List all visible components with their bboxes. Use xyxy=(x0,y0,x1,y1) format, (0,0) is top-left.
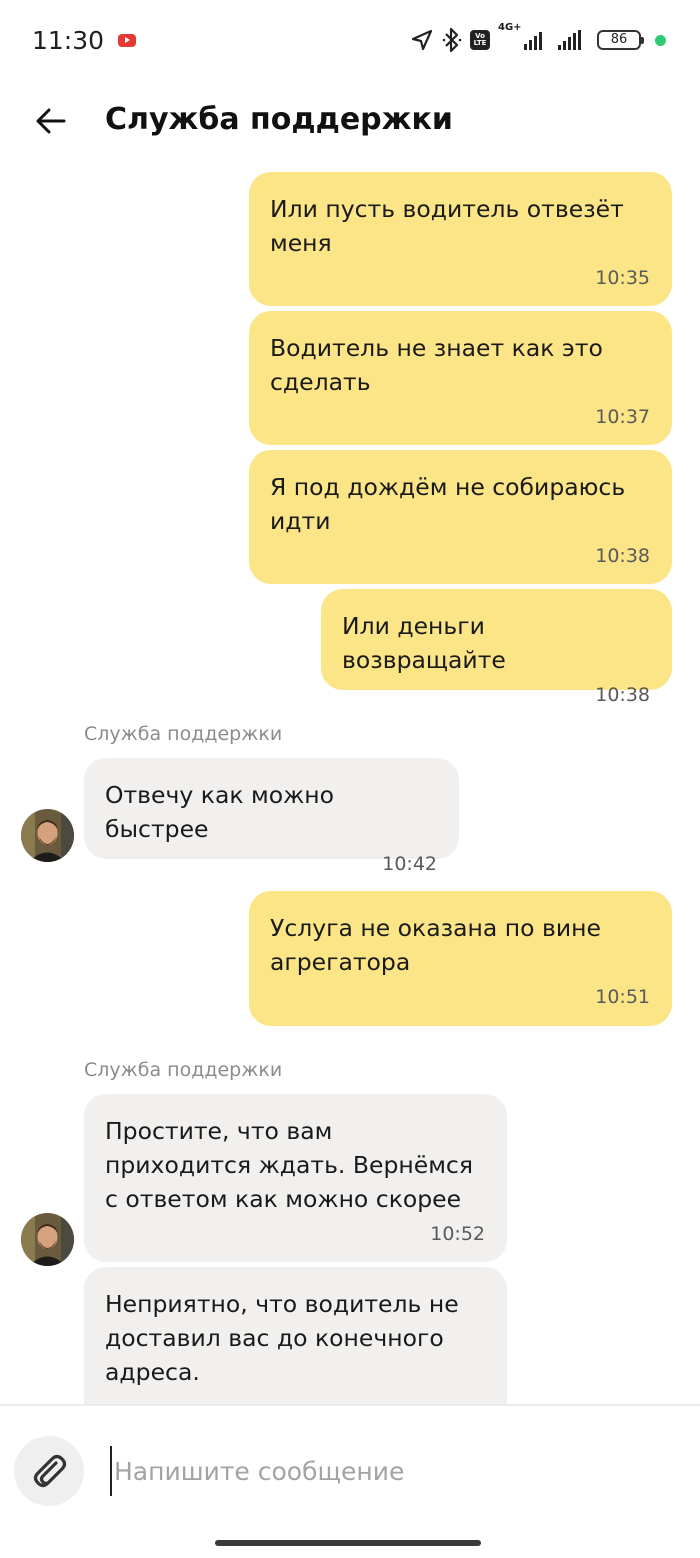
sender-name: Служба поддержки xyxy=(84,1059,283,1081)
message-text: Отвечу как можно быстрее xyxy=(105,781,335,843)
back-button[interactable] xyxy=(34,104,74,138)
message-time: 10:51 xyxy=(595,986,650,1008)
arrow-left-icon xyxy=(36,108,66,134)
outgoing-message[interactable]: Водитель не знает как это сделать 10:37 xyxy=(249,311,672,445)
incoming-message[interactable]: Простите, что вам приходится ждать. Верн… xyxy=(84,1094,507,1262)
message-text: Или пусть водитель отвезёт меня xyxy=(270,195,624,257)
message-text: Неприятно, что водитель не доставил вас … xyxy=(105,1290,459,1386)
message-list[interactable]: Или пусть водитель отвезёт меня 10:35 Во… xyxy=(0,164,700,1404)
message-time: 10:42 xyxy=(382,853,437,875)
sender-name: Служба поддержки xyxy=(84,723,283,745)
message-text: Услуга не оказана по вине агрегатора xyxy=(270,914,601,976)
bluetooth-icon xyxy=(442,27,462,53)
attach-button[interactable] xyxy=(14,1436,84,1506)
outgoing-message[interactable]: Я под дождём не собираюсь идти 10:38 xyxy=(249,450,672,584)
avatar[interactable] xyxy=(21,1213,74,1266)
home-indicator[interactable] xyxy=(215,1540,481,1546)
message-time: 10:38 xyxy=(595,545,650,567)
avatar[interactable] xyxy=(21,809,74,862)
outgoing-message[interactable]: Услуга не оказана по вине агрегатора 10:… xyxy=(249,891,672,1026)
youtube-notification-icon xyxy=(118,33,137,47)
message-text: Водитель не знает как это сделать xyxy=(270,334,603,396)
signal-icon xyxy=(558,30,581,50)
location-icon xyxy=(410,28,434,52)
privacy-indicator-dot xyxy=(655,34,666,46)
incoming-message[interactable]: Отвечу как можно быстрее 10:42 xyxy=(84,758,459,875)
message-time: 10:35 xyxy=(595,267,650,289)
support-agent-avatar-icon xyxy=(21,809,74,862)
message-text: Я под дождём не собираюсь идти xyxy=(270,473,626,535)
battery-level: 86 xyxy=(610,32,628,47)
chat-header: Служба поддержки xyxy=(0,80,700,164)
support-agent-avatar-icon xyxy=(21,1213,74,1266)
outgoing-message[interactable]: Или пусть водитель отвезёт меня 10:35 xyxy=(249,172,672,306)
battery-icon: 86 xyxy=(597,30,644,50)
composer-bar xyxy=(0,1404,700,1558)
network-type-label: 4G+ xyxy=(498,22,522,33)
page-title: Служба поддержки xyxy=(105,102,453,137)
status-time: 11:30 xyxy=(32,25,105,55)
chat-screen: 11:30 Vo LTE 4G+ 86 Служба поддержки Или… xyxy=(0,0,700,1558)
outgoing-message[interactable]: Или деньги возвращайте 10:38 xyxy=(321,589,672,706)
status-bar: 11:30 Vo LTE 4G+ 86 xyxy=(0,0,700,80)
paperclip-icon xyxy=(33,1454,67,1488)
signal-icon: 4G+ xyxy=(498,22,542,50)
message-time: 10:52 xyxy=(430,1223,485,1245)
message-time: 10:38 xyxy=(595,684,650,706)
message-input[interactable] xyxy=(110,1446,650,1496)
message-time: 10:37 xyxy=(595,406,650,428)
incoming-message[interactable]: Неприятно, что водитель не доставил вас … xyxy=(84,1267,507,1404)
message-text: Простите, что вам приходится ждать. Верн… xyxy=(105,1117,473,1213)
volte-icon: Vo LTE xyxy=(470,30,490,50)
message-text: Или деньги возвращайте xyxy=(342,612,506,674)
